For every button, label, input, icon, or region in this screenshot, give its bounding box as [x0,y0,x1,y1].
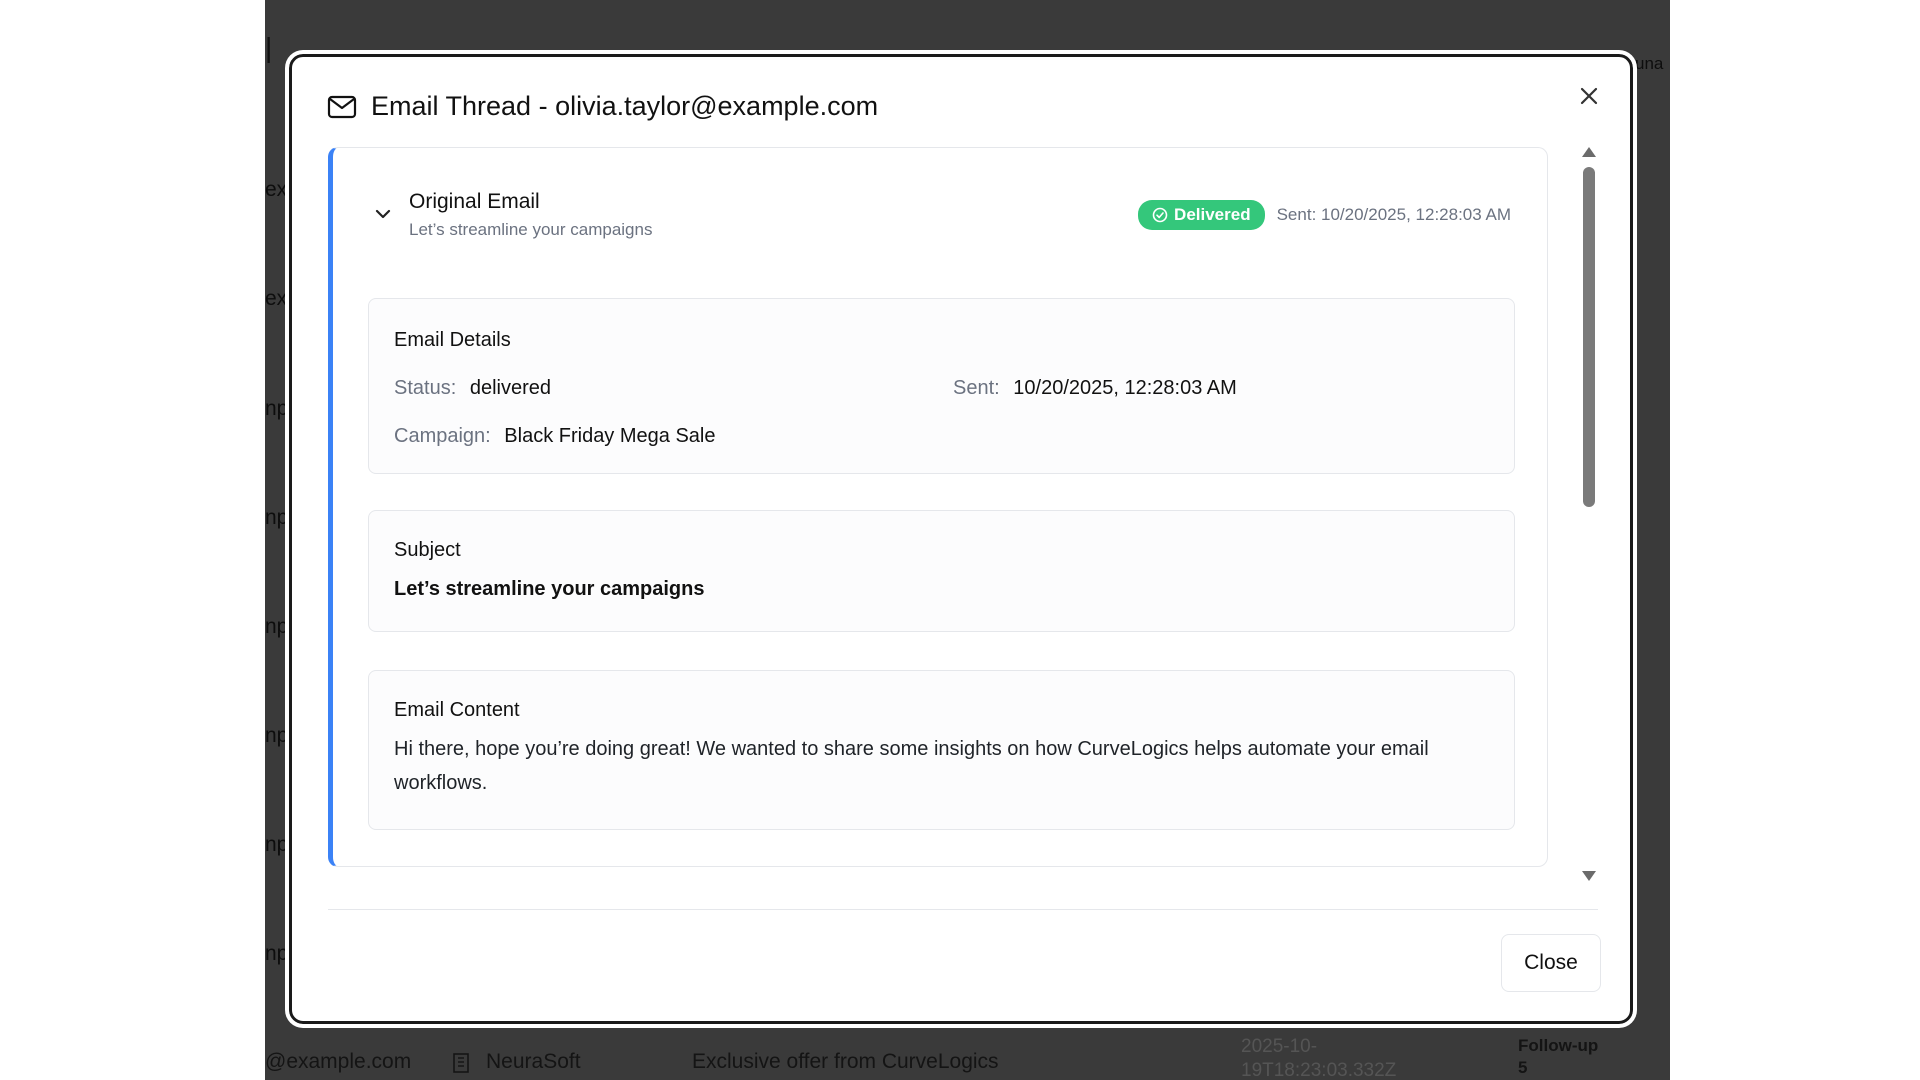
scrollbar[interactable] [1582,147,1596,885]
email-content-text: Hi there, hope you’re doing great! We wa… [394,738,1429,794]
email-content-panel: Email Content Hi there, hope you’re doin… [368,670,1515,830]
original-email-subtitle: Let’s streamline your campaigns [409,220,653,239]
original-email-heading: Original Email Let’s streamline your cam… [409,190,652,240]
subject-block: Subject Let’s streamline your campaigns [394,539,704,601]
dialog-header: Email Thread - olivia.taylor@example.com [327,91,878,122]
chevron-down-icon[interactable] [373,204,393,224]
bg-company: NeuraSoft [486,1050,581,1073]
email-content-heading: Email Content [394,699,520,721]
campaign-value: Black Friday Mega Sale [504,425,716,447]
status-field: Status: delivered [394,377,551,400]
bg-stage: 5 [1518,1058,1528,1077]
background-table-row: @example.com NeuraSoft Exclusive offer f… [265,1030,1670,1080]
bg-stage: Follow-up [1518,1036,1599,1055]
bg-fragment: ex [265,287,288,310]
sent-value: 10/20/2025, 12:28:03 AM [1013,377,1237,399]
bg-fragment: | [265,32,273,63]
footer-divider [328,909,1598,910]
status-badge: Delivered [1138,200,1265,230]
original-email-title: Original Email [409,190,540,213]
original-email-meta: Delivered Sent: 10/20/2025, 12:28:03 AM [1138,200,1511,230]
mail-icon [327,95,357,118]
dialog-title: Email Thread - olivia.taylor@example.com [371,91,879,121]
subject-heading: Subject [394,539,461,561]
bg-fragment: una [1635,54,1664,73]
sent-label: Sent: [953,377,1000,399]
building-icon [453,1053,469,1073]
status-value: delivered [469,377,551,399]
sent-timestamp: Sent: 10/20/2025, 12:28:03 AM [1276,205,1511,224]
bg-date: 2025-10- [1241,1036,1318,1057]
thread-scroll-area[interactable]: Original Email Let’s streamline your cam… [328,147,1561,867]
original-email-header[interactable]: Original Email Let’s streamline your cam… [373,190,1511,246]
subject-value: Let’s streamline your campaigns [394,578,705,600]
email-thread-dialog: Email Thread - olivia.taylor@example.com… [287,52,1635,1026]
bg-email: @example.com [265,1050,412,1073]
close-icon[interactable] [1574,81,1604,111]
subject-panel: Subject Let’s streamline your campaigns [368,510,1515,632]
bg-date: 19T18:23:03.332Z [1241,1060,1397,1080]
scrollbar-thumb[interactable] [1583,167,1595,507]
scroll-down-arrow-icon[interactable] [1582,871,1596,881]
check-circle-icon [1152,207,1168,223]
sent-field: Sent: 10/20/2025, 12:28:03 AM [953,377,1237,400]
bg-subject: Exclusive offer from CurveLogics [692,1050,999,1073]
status-label: Status: [394,377,457,399]
campaign-field: Campaign: Black Friday Mega Sale [394,425,715,448]
email-content-block: Email Content Hi there, hope you’re doin… [394,699,1489,800]
status-badge-label: Delivered [1174,205,1251,224]
original-email-card: Original Email Let’s streamline your cam… [328,147,1548,867]
close-button[interactable]: Close [1501,934,1601,992]
campaign-label: Campaign: [394,425,491,447]
scroll-up-arrow-icon[interactable] [1582,147,1596,157]
bg-fragment: ex [265,178,288,201]
email-details-panel: Email Details Status: delivered Sent: 10… [368,298,1515,474]
email-details-heading: Email Details [394,329,511,351]
